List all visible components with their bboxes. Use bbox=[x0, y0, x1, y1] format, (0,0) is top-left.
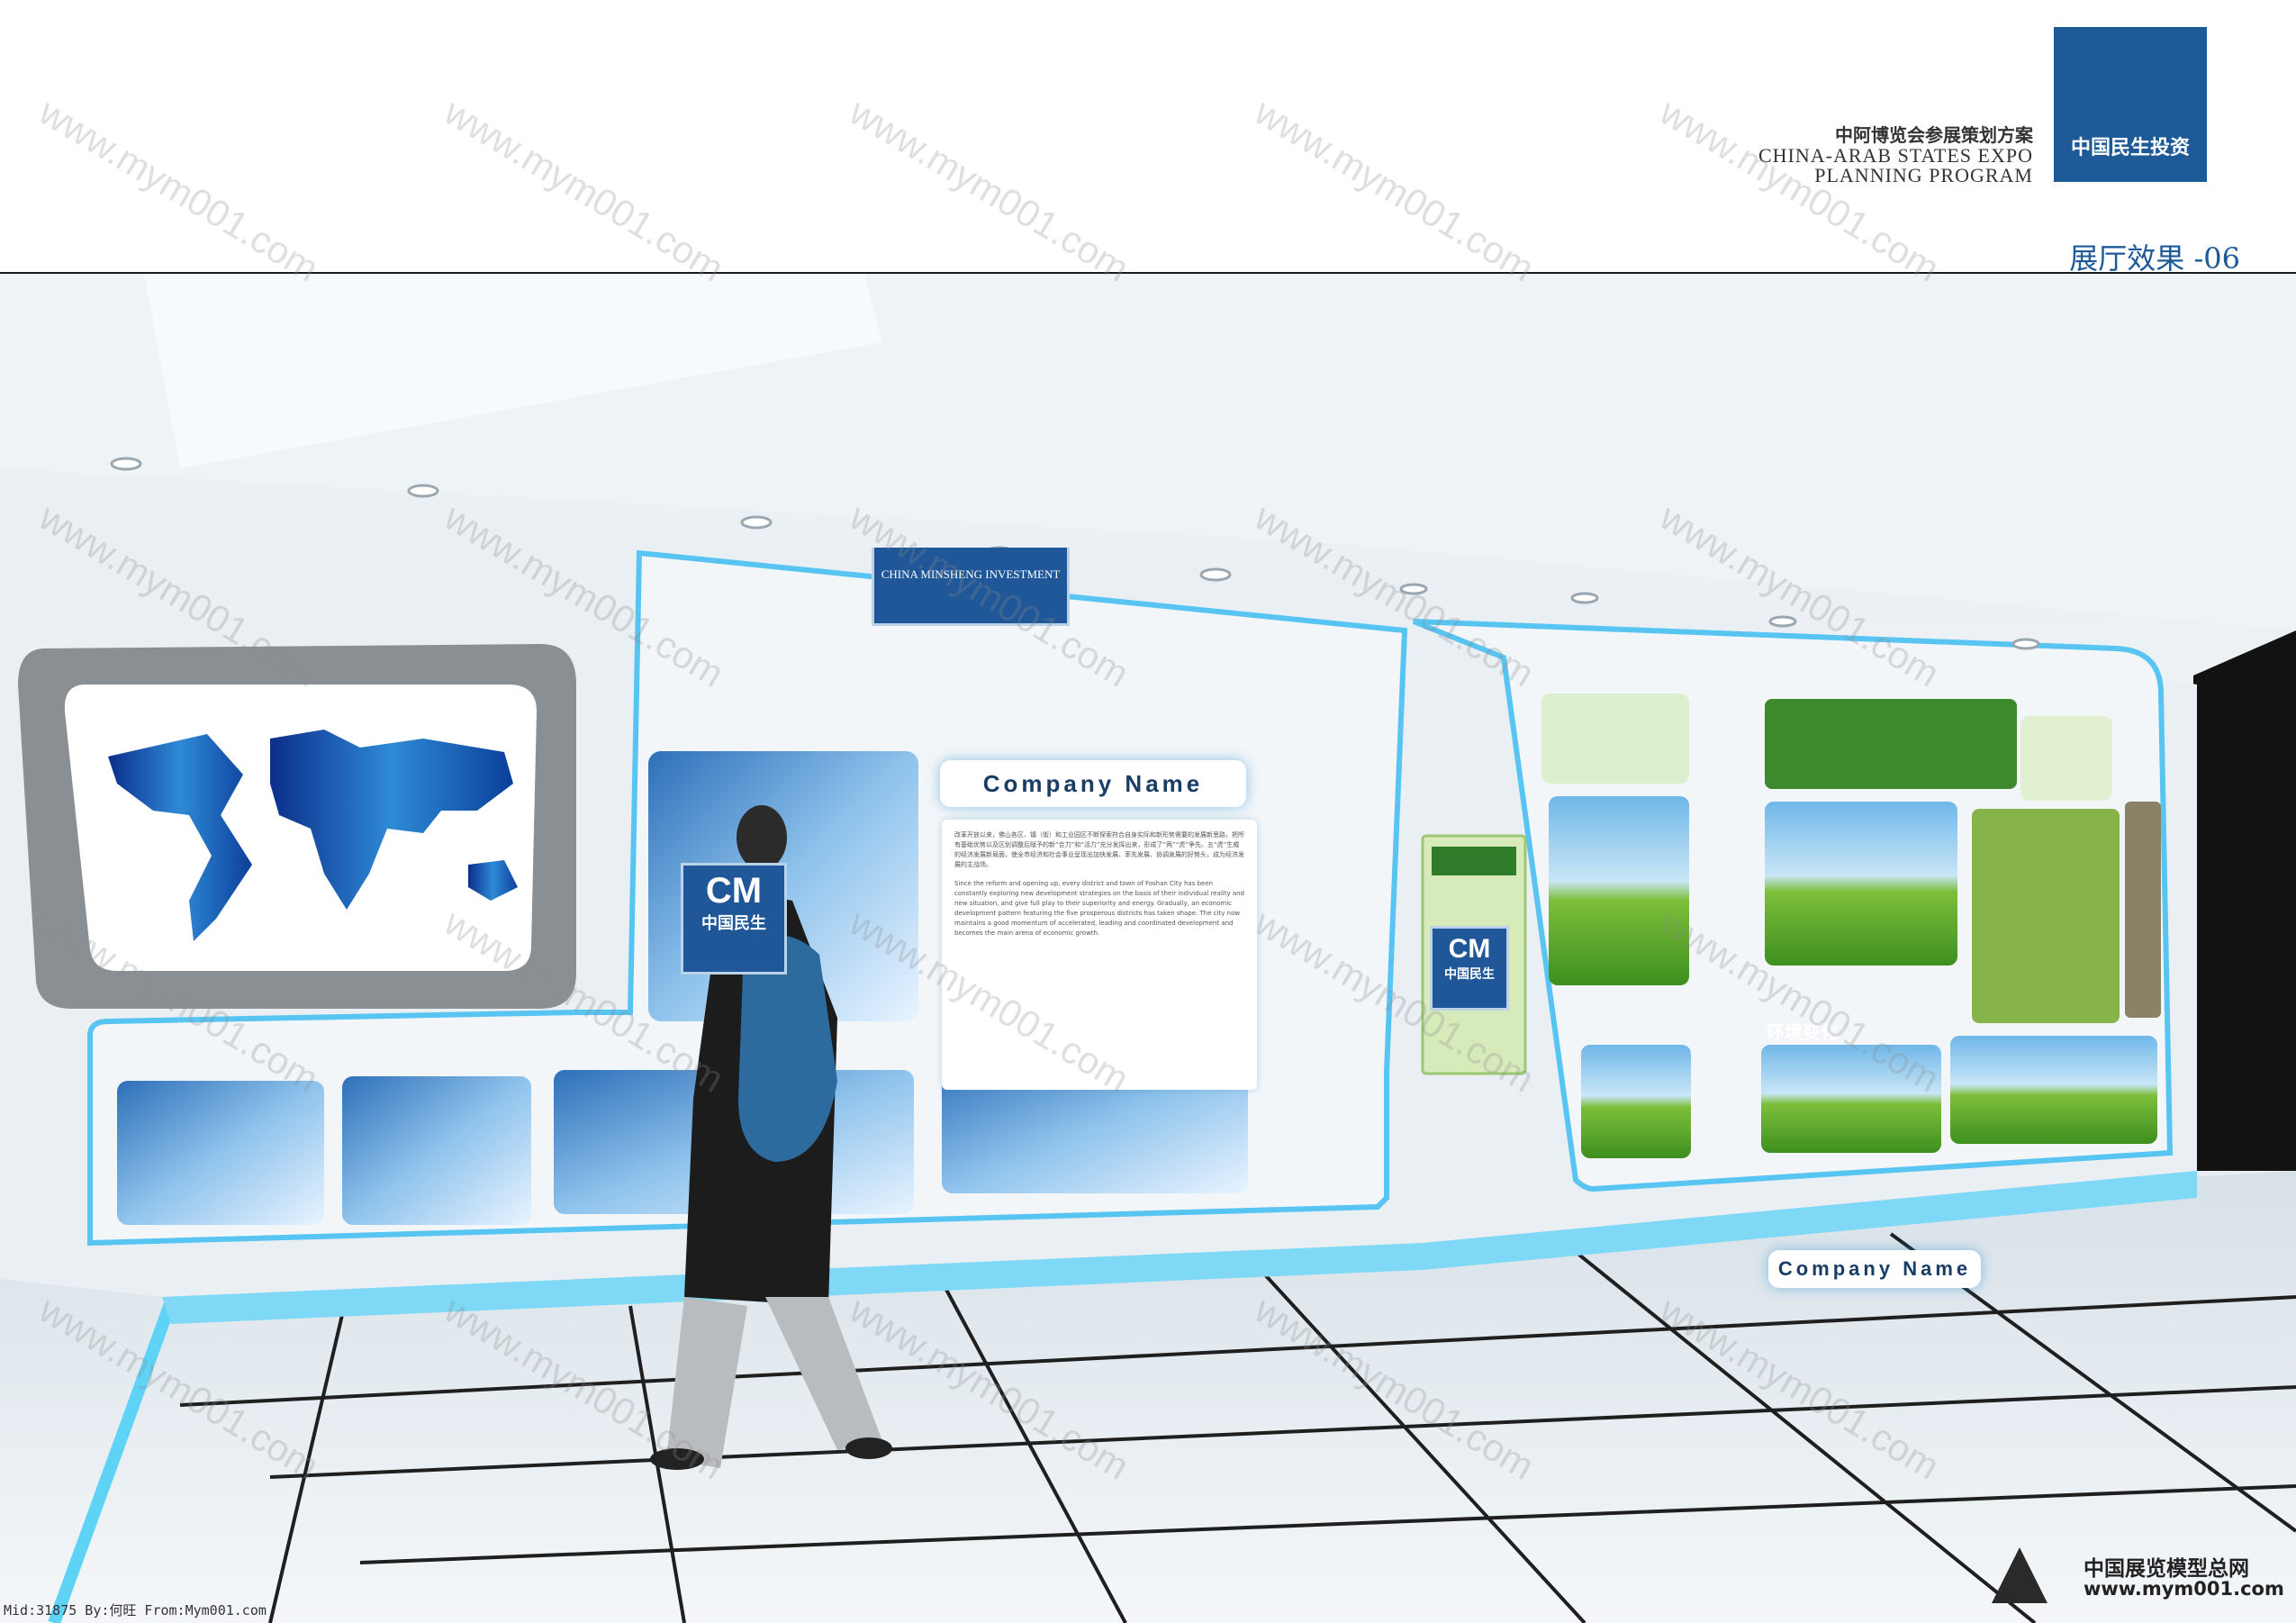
company-text-cn: 改革开放以来，佛山各区、镇（街）和工业园区不断探索符合自身实际和新形势需要的发展… bbox=[954, 831, 1244, 868]
cm-name: 中国民生 bbox=[701, 914, 766, 932]
company-text-en: Since the reform and opening up, every d… bbox=[954, 880, 1244, 937]
page-header: 中阿博览会参展策划方案 CHINA-ARAB STATES EXPO PLANN… bbox=[0, 0, 2296, 276]
site-url: www.mym001.com bbox=[2084, 1578, 2284, 1600]
company-name-title: Company Name bbox=[940, 760, 1246, 807]
cm-mark: CM bbox=[705, 871, 763, 911]
cm-logo-sign-2: CM 中国民生 bbox=[1430, 926, 1509, 1011]
cm-logo-sign: CM 中国民生 bbox=[681, 863, 787, 975]
environment-change-banner: 环境变化 bbox=[1767, 1021, 1839, 1043]
cm-mark-2: CM bbox=[1448, 934, 1491, 964]
company-name-title-2: Company Name bbox=[1768, 1250, 1981, 1288]
dark-passage bbox=[2193, 630, 2296, 1171]
page-label: 展厅效果 -06 bbox=[2069, 241, 2240, 276]
top-hanging-sign: CHINA MINSHENG INVESTMENT bbox=[872, 548, 1070, 626]
nature-photos bbox=[1541, 694, 2161, 1158]
header-title-en-line2: PLANNING PROGRAM bbox=[1814, 164, 2033, 186]
brand-logo-box: 中国民生投资 bbox=[2054, 27, 2207, 182]
company-text-panel: 改革开放以来，佛山各区、镇（街）和工业园区不断探索符合自身实际和新形势需要的发展… bbox=[942, 820, 1257, 1090]
header-title-cn: 中阿博览会参展策划方案 bbox=[1835, 124, 2033, 146]
image-id-watermark: Mid:31875 By:何旺 From:Mym001.com bbox=[4, 1602, 267, 1618]
map-screen bbox=[64, 685, 537, 971]
exhibition-render: CHINA MINSHENG INVESTMENT CM 中国民生 CM 中国民… bbox=[0, 274, 2296, 1623]
brand-name: 中国民生投资 bbox=[2070, 136, 2190, 159]
site-name: 中国展览模型总网 bbox=[2084, 1557, 2249, 1581]
cm-name-2: 中国民生 bbox=[1444, 966, 1495, 981]
